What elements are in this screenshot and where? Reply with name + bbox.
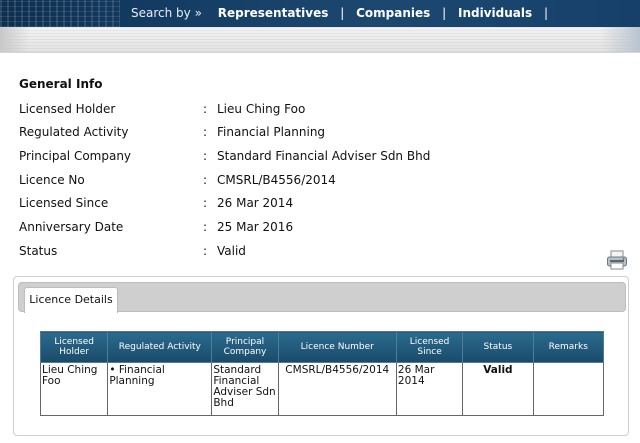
nav-companies[interactable]: Companies <box>356 6 430 20</box>
printer-icon <box>607 250 627 270</box>
info-value: Valid <box>217 244 246 258</box>
cell-holder: Lieu Ching Foo <box>39 362 109 416</box>
info-colon: : <box>203 149 208 163</box>
table-header-row: Licensed Holder Regulated Activity Princ… <box>39 331 605 363</box>
info-value: Standard Financial Adviser Sdn Bhd <box>217 149 431 163</box>
nav-individuals[interactable]: Individuals <box>458 6 532 20</box>
table-row: Lieu Ching Foo • Financial Planning Stan… <box>39 362 605 416</box>
info-colon: : <box>203 125 208 139</box>
info-colon: : <box>203 102 208 116</box>
tab-strip: Licence Details <box>18 282 626 313</box>
cell-number: CMSRL/B4556/2014 <box>277 362 397 416</box>
info-label: Licensed Since <box>19 196 109 210</box>
top-banner: Search by » Representatives | Companies … <box>0 0 640 27</box>
cell-since: 26 Mar 2014 <box>395 362 464 416</box>
col-header-regulated-activity: Regulated Activity <box>107 331 213 363</box>
cell-activity: • Financial Planning <box>107 362 213 416</box>
info-label: Principal Company <box>19 149 132 163</box>
info-value: Lieu Ching Foo <box>217 102 306 116</box>
info-label: Anniversary Date <box>19 220 124 234</box>
nav-representatives[interactable]: Representatives <box>218 6 329 20</box>
nav-separator: | <box>543 6 548 20</box>
search-by-label: Search by » <box>131 6 202 20</box>
cell-remarks <box>532 362 605 416</box>
general-info-title: General Info <box>19 77 103 91</box>
info-label: Status <box>19 244 58 258</box>
col-header-status: Status <box>462 331 534 363</box>
info-value: 25 Mar 2016 <box>217 220 294 234</box>
col-header-remarks: Remarks <box>532 331 605 363</box>
sub-banner-right-fade <box>600 27 640 52</box>
tab-licence-details[interactable]: Licence Details <box>24 287 118 313</box>
info-colon: : <box>203 196 208 210</box>
info-label: Licence No <box>19 173 85 187</box>
cell-company: Standard Financial Adviser Sdn Bhd <box>211 362 279 416</box>
info-colon: : <box>203 244 208 258</box>
top-nav: Search by » Representatives | Companies … <box>131 0 556 27</box>
info-value: 26 Mar 2014 <box>217 196 294 210</box>
sub-banner <box>0 27 640 53</box>
cell-status: Valid <box>462 362 534 416</box>
info-value: Financial Planning <box>217 125 326 139</box>
info-colon: : <box>203 173 208 187</box>
col-header-licence-number: Licence Number <box>277 331 397 363</box>
col-header-principal-company: Principal Company <box>211 331 279 363</box>
info-label: Licensed Holder <box>19 102 116 116</box>
info-label: Regulated Activity <box>19 125 129 139</box>
nav-separator: | <box>340 6 345 20</box>
sub-banner-left-fade <box>0 27 30 52</box>
col-header-licensed-holder: Licensed Holder <box>39 331 109 363</box>
banner-texture <box>0 0 120 27</box>
licence-table: Licensed Holder Regulated Activity Princ… <box>39 331 605 416</box>
info-colon: : <box>203 220 208 234</box>
licence-panel: Licence Details Licensed Holder Regulate… <box>13 276 629 436</box>
col-header-licensed-since: Licensed Since <box>395 331 464 363</box>
info-value: CMSRL/B4556/2014 <box>217 173 336 187</box>
print-button[interactable] <box>606 249 628 271</box>
nav-separator: | <box>442 6 447 20</box>
